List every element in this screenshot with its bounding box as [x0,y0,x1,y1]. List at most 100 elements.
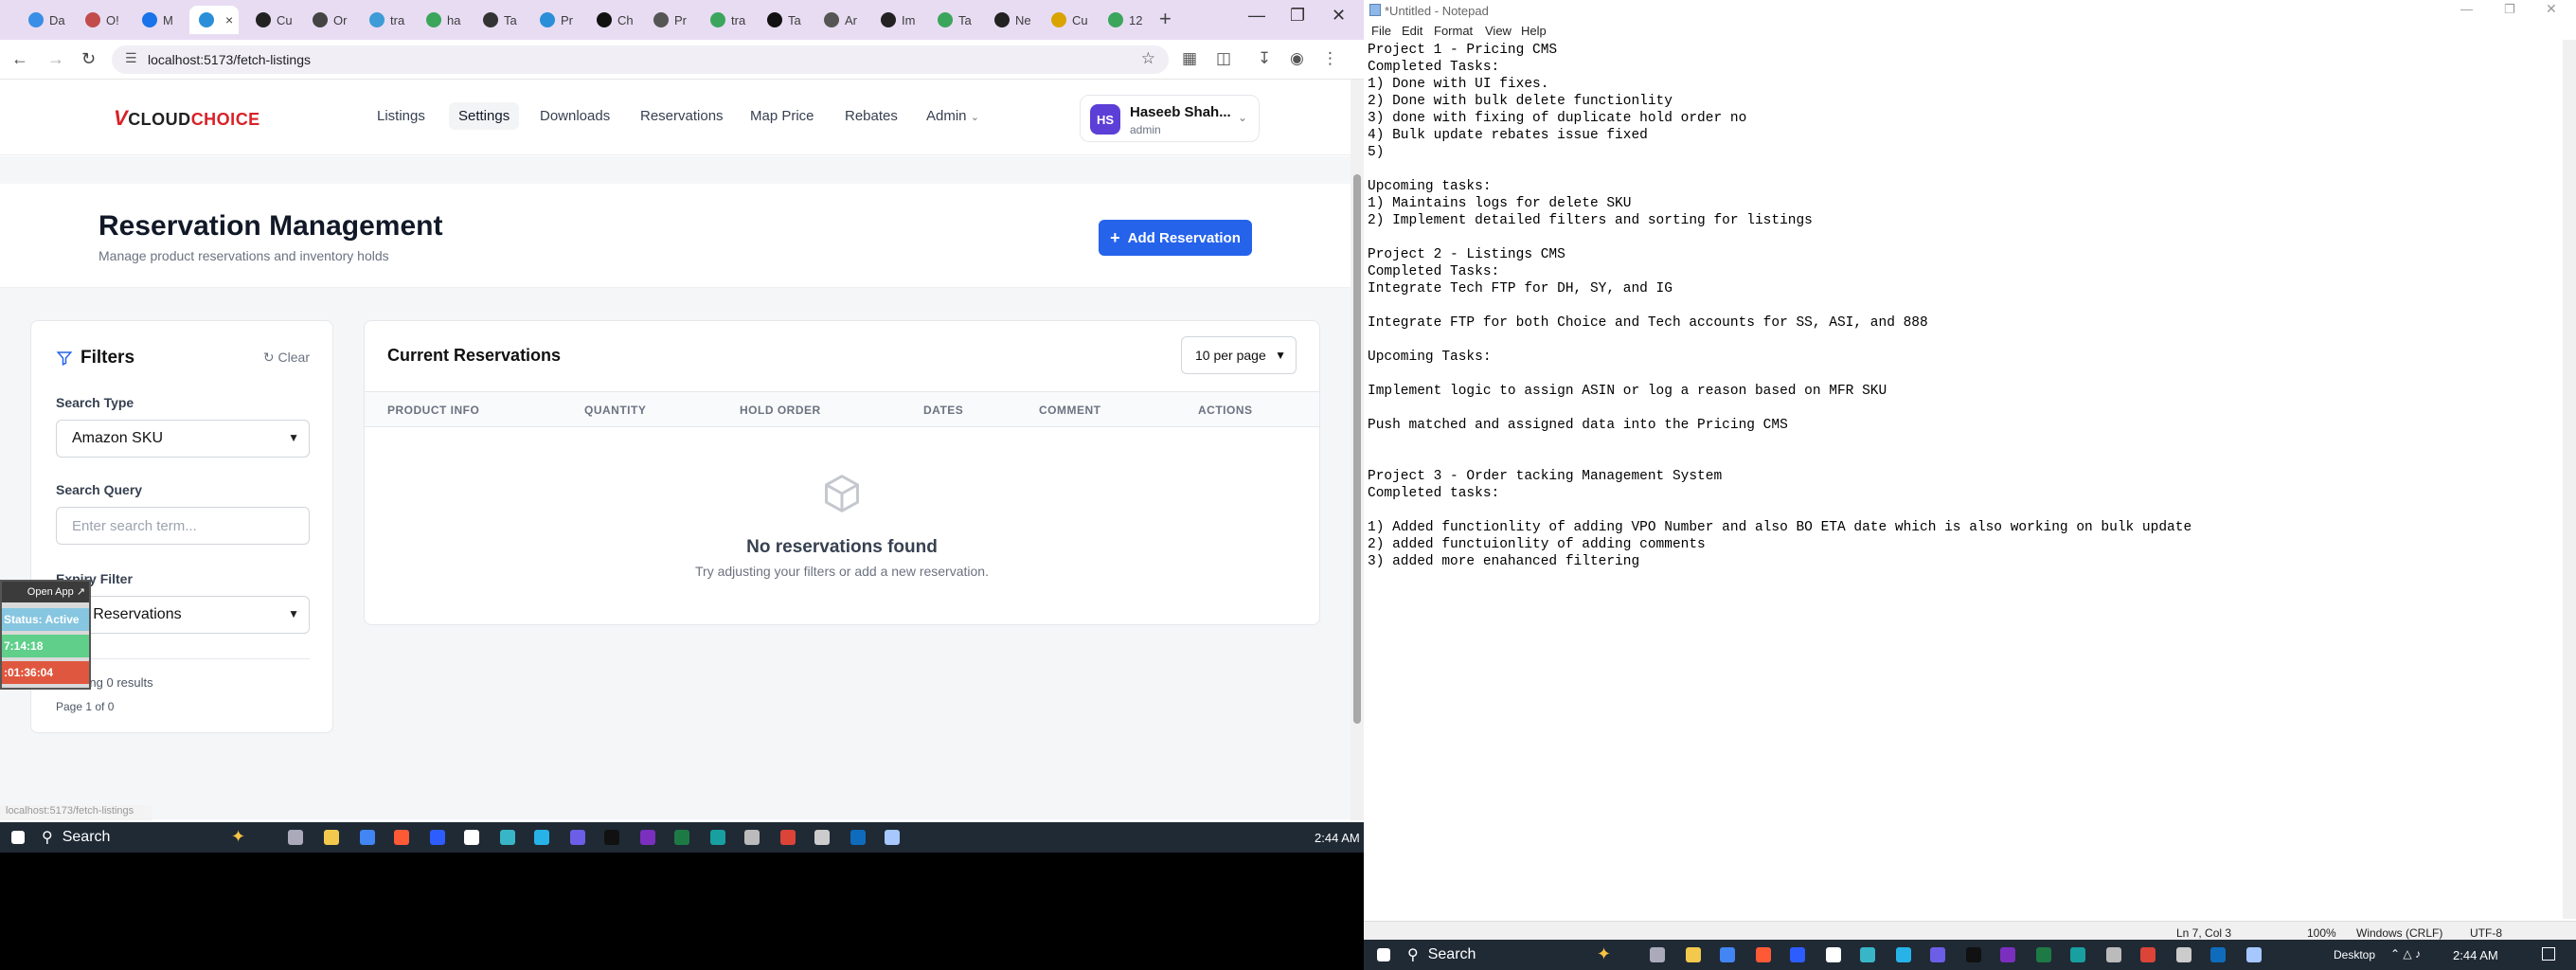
settings-icon[interactable] [744,830,760,845]
excel-icon[interactable] [2036,947,2051,962]
browser-tab[interactable]: Ta [758,6,807,34]
browser-tab[interactable]: Or [303,6,352,34]
outlook-icon[interactable] [850,830,866,845]
onenote-icon[interactable] [640,830,655,845]
nav-settings[interactable]: Settings [449,102,520,130]
column-header-hold-order[interactable]: HOLD ORDER [740,404,821,417]
search-type-select[interactable]: Amazon SKU ▼ [56,420,310,458]
app-icon[interactable] [1756,947,1771,962]
nav-reservations[interactable]: Reservations [640,108,724,124]
menu-edit[interactable]: Edit [1402,24,1422,38]
column-header-quantity[interactable]: QUANTITY [584,404,646,417]
chrome-icon[interactable] [360,830,375,845]
browser-tab[interactable]: Pr [530,6,580,34]
notification-icon[interactable] [2542,947,2555,961]
app-icon[interactable] [1860,947,1875,962]
app-icon[interactable] [394,830,409,845]
site-info-icon[interactable]: ☰ [125,50,137,66]
close-window-button[interactable]: ✕ [2546,1,2557,17]
open-app-button[interactable]: Open App ↗ [2,582,89,602]
app-icon[interactable] [1790,947,1805,962]
clear-filters-button[interactable]: ↻ Clear [263,350,310,366]
back-icon[interactable]: ← [11,49,28,69]
excel-icon[interactable] [674,830,689,845]
restore-button[interactable]: ❐ [1290,6,1305,26]
browser-tab[interactable]: Im [871,6,921,34]
notepad-icon[interactable] [885,830,900,845]
download-icon[interactable]: ↧ [1258,49,1271,68]
app-icon[interactable] [1826,947,1841,962]
nav-admin[interactable]: Admin ⌄ [926,108,979,124]
task-view-icon[interactable] [288,830,303,845]
menu-view[interactable]: View [1485,24,1512,38]
browser-tab[interactable]: Ar [814,6,864,34]
tray-icons[interactable]: ⌃ △ ♪ [2390,947,2421,961]
user-menu[interactable]: HS Haseeb Shah... admin ⌄ [1080,95,1260,142]
app-icon[interactable] [464,830,479,845]
notepad-text-area[interactable]: Project 1 - Pricing CMS Completed Tasks: 1… [1368,42,2542,570]
edge-icon[interactable] [710,830,725,845]
browser-tab[interactable]: M [133,6,182,34]
onenote-icon[interactable] [2000,947,2015,962]
extension-icon[interactable]: ▦ [1182,49,1197,68]
search-query-input[interactable]: Enter search term... [56,507,310,545]
browser-tab[interactable]: Ch [587,6,636,34]
column-header-comment[interactable]: COMMENT [1039,404,1101,417]
edge-icon[interactable] [2070,947,2085,962]
clock[interactable]: 2:44 AM [2453,948,2498,962]
app-icon[interactable] [500,830,515,845]
browser-tab[interactable]: Cu [1042,6,1091,34]
forward-icon[interactable]: → [47,49,64,69]
browser-tab[interactable]: Ne [985,6,1034,34]
windows-start-icon[interactable] [1377,948,1390,961]
browser-tab[interactable]: tra [701,6,750,34]
notepad-scrollbar[interactable] [2563,40,2576,919]
browser-tab[interactable]: Ta [474,6,523,34]
browser-tab[interactable]: tra [360,6,409,34]
expiry-filter-select[interactable]: All Reservations ▼ [56,596,310,634]
app-icon[interactable] [430,830,445,845]
close-window-button[interactable]: ✕ [1332,6,1346,26]
browser-tab[interactable]: Cu [246,6,295,34]
add-reservation-button[interactable]: + Add Reservation [1099,220,1252,256]
chrome-icon[interactable] [1720,947,1735,962]
clock[interactable]: 2:44 AM [1315,831,1360,845]
page-scrollbar[interactable] [1351,80,1364,820]
task-view-icon[interactable] [1650,947,1665,962]
app-icon[interactable] [1896,947,1911,962]
nav-downloads[interactable]: Downloads [540,108,610,124]
menu-dots-icon[interactable]: ⋮ [1322,49,1338,68]
app-icon[interactable] [604,830,619,845]
per-page-select[interactable]: 10 per page ▼ [1181,336,1297,374]
restore-button[interactable]: ❐ [2504,2,2515,17]
minimize-button[interactable]: — [2460,2,2473,16]
desktop-toolbar[interactable]: Desktop [2334,948,2375,961]
app-icon[interactable] [2176,947,2191,962]
menu-help[interactable]: Help [1521,24,1547,38]
nav-rebates[interactable]: Rebates [845,108,898,124]
timer-overlay-widget[interactable]: Open App ↗ Status: Active 7:14:18 :01:36… [0,580,91,690]
outlook-icon[interactable] [2210,947,2226,962]
browser-tab[interactable]: 12 [1099,6,1148,34]
windows-start-icon[interactable] [11,831,25,844]
browser-tab[interactable]: O! [76,6,125,34]
browser-tab[interactable]: × [189,6,239,34]
menu-format[interactable]: Format [1434,24,1473,38]
app-icon[interactable] [814,830,830,845]
chrome-icon[interactable] [780,830,796,845]
app-icon[interactable] [1966,947,1981,962]
new-tab-button[interactable]: + [1159,7,1172,31]
app-icon[interactable] [1930,947,1945,962]
chrome-icon[interactable] [2140,947,2156,962]
app-icon[interactable] [534,830,549,845]
menu-file[interactable]: File [1371,24,1391,38]
browser-tab[interactable]: Pr [644,6,693,34]
scroll-thumb[interactable] [1353,174,1361,724]
column-header-product-info[interactable]: PRODUCT INFO [387,404,479,417]
browser-tab[interactable]: ha [417,6,466,34]
profile-icon[interactable]: ◉ [1290,49,1304,68]
file-explorer-icon[interactable] [1686,947,1701,962]
minimize-button[interactable]: — [1248,6,1265,26]
bookmark-star-icon[interactable]: ☆ [1141,49,1155,68]
app-icon[interactable] [570,830,585,845]
